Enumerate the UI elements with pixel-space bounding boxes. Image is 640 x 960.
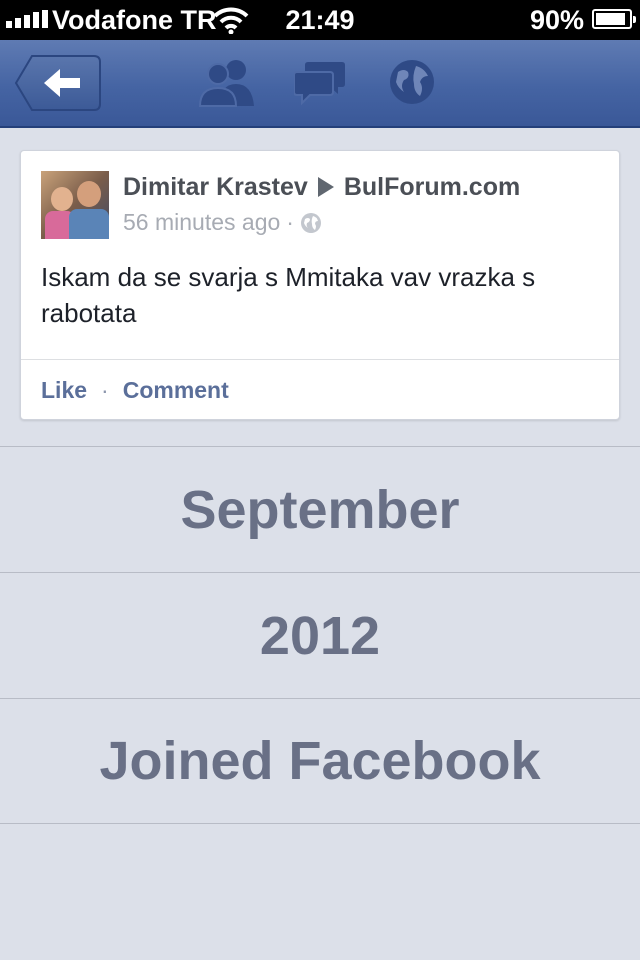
timeline-event: Joined Facebook (0, 698, 640, 824)
post-timestamp[interactable]: 56 minutes ago (123, 209, 280, 235)
globe-icon[interactable] (388, 58, 436, 111)
timeline-year: 2012 (0, 572, 640, 698)
arrow-right-icon (317, 177, 334, 197)
friends-icon[interactable] (198, 58, 256, 113)
target-link[interactable]: BulForum.com (344, 173, 520, 201)
privacy-globe-icon (300, 212, 322, 240)
battery-fill (596, 13, 625, 25)
author-link[interactable]: Dimitar Krastev (123, 173, 308, 201)
back-button[interactable] (14, 54, 102, 112)
timeline-month: September (0, 446, 640, 572)
post-actions: Like · Comment (41, 377, 229, 404)
avatar[interactable] (41, 171, 109, 239)
card-divider (21, 359, 619, 360)
post-header: Dimitar Krastev BulForum.com (123, 173, 520, 202)
battery-icon (592, 9, 636, 29)
like-button[interactable]: Like (41, 377, 87, 403)
status-bar: Vodafone TR 21:49 90% (0, 0, 640, 40)
action-separator: · (101, 377, 109, 403)
navbar (0, 40, 640, 128)
post-card: Dimitar Krastev BulForum.com 56 minutes a… (20, 150, 620, 420)
post-meta: 56 minutes ago · (123, 209, 322, 240)
meta-separator: · (286, 209, 294, 235)
back-arrow-icon (14, 55, 101, 111)
battery-percent: 90% (529, 5, 584, 35)
post-text: Iskam da se svarja s Mmitaka vav vrazka … (41, 262, 536, 328)
comment-button[interactable]: Comment (123, 377, 229, 403)
messages-icon[interactable] (293, 58, 346, 113)
